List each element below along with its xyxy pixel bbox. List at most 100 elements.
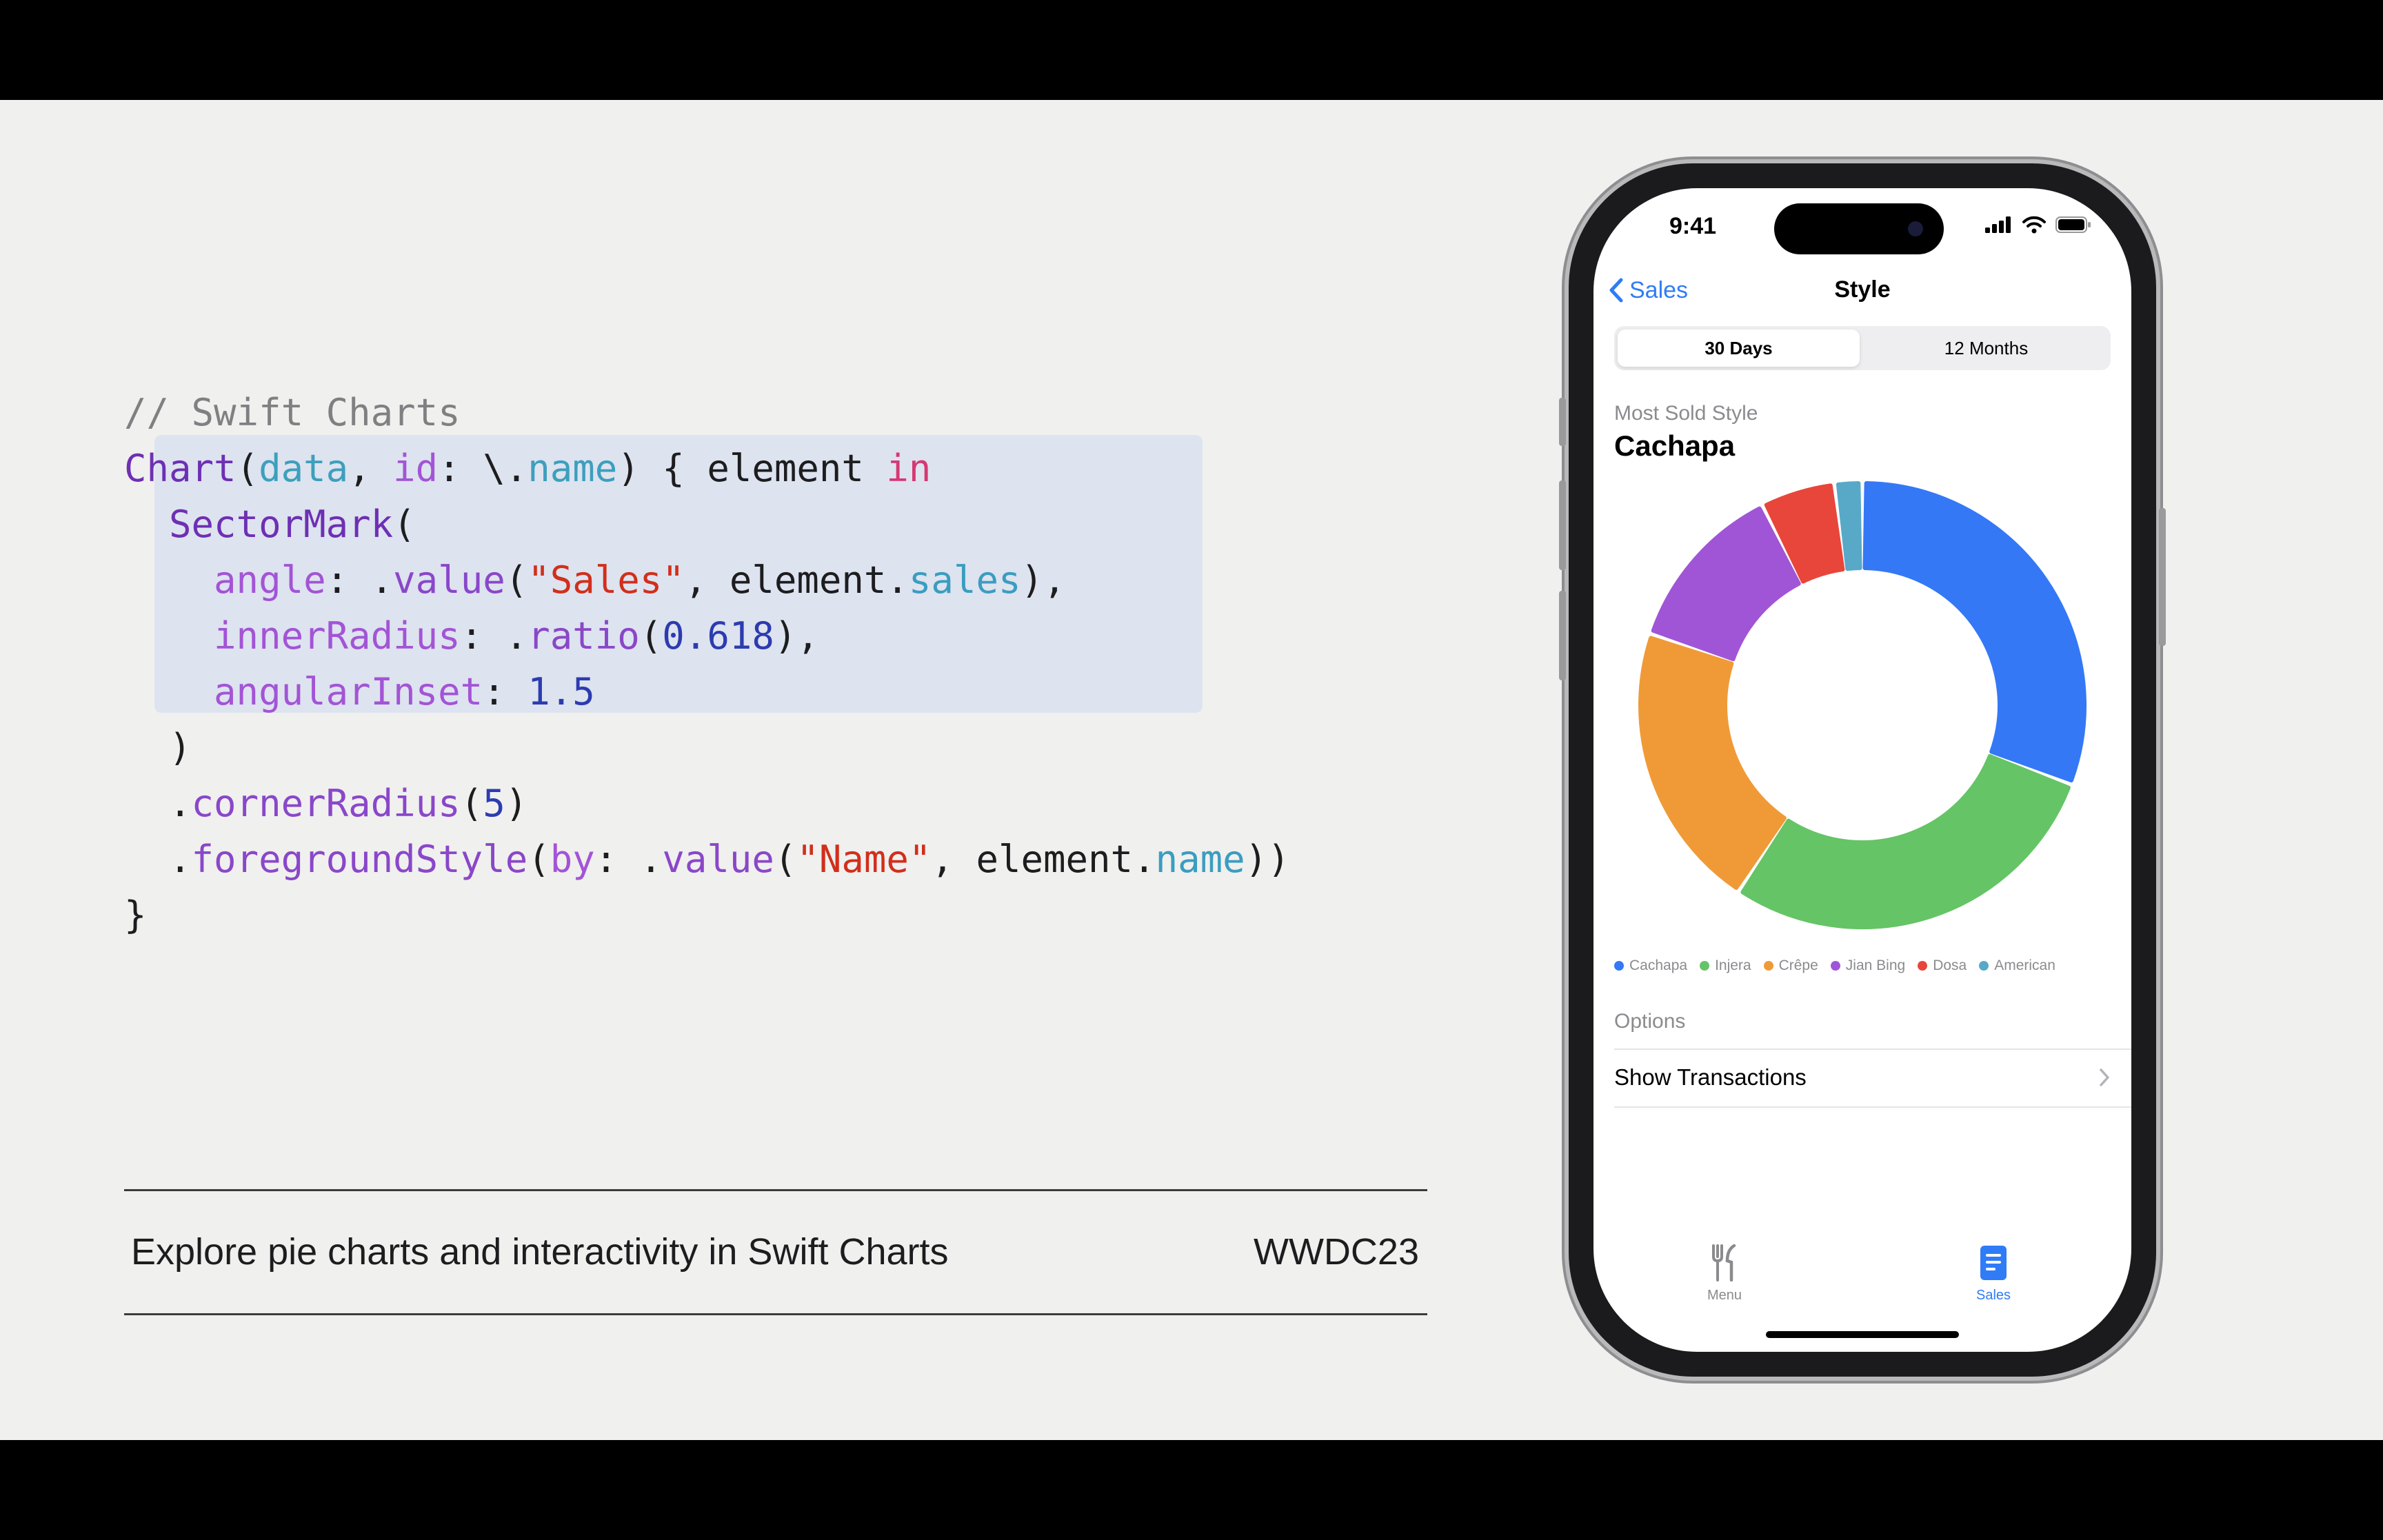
legend-label: Cachapa bbox=[1629, 958, 1688, 973]
most-sold-label: Most Sold Style bbox=[1614, 402, 1758, 425]
legend-label: American bbox=[1994, 958, 2055, 973]
tab-bar: Menu Sales bbox=[1593, 1244, 2131, 1320]
code-token: ), bbox=[1020, 558, 1066, 602]
code-line: } bbox=[124, 887, 1365, 943]
code-line: .cornerRadius(5) bbox=[124, 776, 1365, 831]
code-token: in bbox=[886, 447, 932, 490]
back-button[interactable]: Sales bbox=[1607, 276, 1688, 304]
tab-sales[interactable]: Sales bbox=[1931, 1244, 2055, 1304]
code-line: angularInset: 1.5 bbox=[124, 664, 1365, 720]
back-label: Sales bbox=[1629, 276, 1689, 303]
code-token: "Sales" bbox=[527, 558, 685, 602]
code-token: SectorMark bbox=[169, 503, 394, 546]
legend-item: Crêpe bbox=[1763, 958, 1818, 974]
most-sold-value: Cachapa bbox=[1614, 429, 1736, 462]
tab-menu-label: Menu bbox=[1707, 1288, 1742, 1303]
volume-up-button bbox=[1559, 480, 1566, 570]
show-transactions-row[interactable]: Show Transactions bbox=[1614, 1050, 2111, 1105]
sector-cr-pe[interactable] bbox=[1638, 636, 1787, 890]
code-token: Chart bbox=[124, 447, 237, 490]
side-button bbox=[2159, 508, 2166, 646]
segment-12-months[interactable]: 12 Months bbox=[1865, 330, 2107, 367]
code-token: : . bbox=[460, 614, 528, 658]
code-token: )) bbox=[1245, 838, 1290, 881]
code-token: cornerRadius bbox=[191, 782, 461, 825]
code-line: angle: .value("Sales", element.sales), bbox=[124, 552, 1365, 608]
period-segmented-control: 30 Days 12 Months bbox=[1614, 326, 2111, 370]
code-token: ( bbox=[393, 503, 416, 546]
legend-item: Jian Bing bbox=[1830, 958, 1906, 974]
code-token: : bbox=[483, 670, 528, 713]
code-token: "Name" bbox=[796, 838, 932, 881]
document-icon bbox=[1980, 1246, 2007, 1280]
cellular-signal-icon bbox=[1985, 216, 2011, 233]
code-token: 1.5 bbox=[527, 670, 595, 713]
legend-dot bbox=[1614, 961, 1624, 971]
code-token: name bbox=[527, 447, 618, 490]
row-divider-bottom bbox=[1614, 1106, 2131, 1108]
code-token: ), bbox=[774, 614, 819, 658]
session-title: Explore pie charts and interactivity in … bbox=[131, 1231, 949, 1273]
chevron-right-icon bbox=[2100, 1068, 2109, 1086]
action-button bbox=[1559, 398, 1566, 446]
code-token: value bbox=[662, 838, 774, 881]
event-name: WWDC23 bbox=[1254, 1231, 1419, 1273]
code-block: // Swift Charts Chart(data, id: \.name) {… bbox=[124, 217, 1365, 1055]
code-token: value bbox=[393, 558, 505, 602]
segment-30-days[interactable]: 30 Days bbox=[1618, 330, 1860, 367]
legend-item: Dosa bbox=[1918, 958, 1967, 974]
fork-knife-icon bbox=[1712, 1244, 1736, 1282]
code-line: SectorMark( bbox=[124, 496, 1365, 552]
code-line: // Swift Charts bbox=[124, 385, 1365, 440]
dynamic-island bbox=[1774, 203, 1944, 254]
code-token: ( bbox=[460, 782, 483, 825]
code-token: ( bbox=[527, 838, 550, 881]
legend-label: Injera bbox=[1715, 958, 1751, 973]
code-token: by bbox=[550, 838, 595, 881]
code-token: 0.618 bbox=[662, 614, 774, 658]
tab-menu[interactable]: Menu bbox=[1662, 1244, 1787, 1304]
code-token: : . bbox=[594, 838, 663, 881]
code-token: data bbox=[259, 447, 349, 490]
code-token: , element. bbox=[684, 558, 909, 602]
code-token: ) bbox=[505, 782, 528, 825]
code-token: ) { element bbox=[617, 447, 887, 490]
chart-legend: Cachapa Injera Crêpe Jian Bing Dosa American bbox=[1614, 958, 2055, 974]
code-token: foregroundStyle bbox=[191, 838, 528, 881]
code-lines: // Swift Charts Chart(data, id: \.name) {… bbox=[124, 385, 1365, 943]
code-token: ( bbox=[774, 838, 797, 881]
donut-chart[interactable] bbox=[1628, 471, 2097, 940]
legend-item: Cachapa bbox=[1614, 958, 1687, 974]
iphone-frame: 9:41 Style Sales 30 Days 12 Months Most … bbox=[1559, 163, 2166, 1377]
code-token: name bbox=[1155, 838, 1245, 881]
phone-screen: 9:41 Style Sales 30 Days 12 Months Most … bbox=[1593, 188, 2131, 1352]
legend-label: Dosa bbox=[1933, 958, 1967, 973]
legend-label: Jian Bing bbox=[1845, 958, 1906, 973]
code-line: innerRadius: .ratio(0.618), bbox=[124, 608, 1365, 664]
wifi-icon bbox=[2022, 216, 2046, 234]
code-token: } bbox=[124, 893, 147, 937]
legend-dot bbox=[1763, 961, 1773, 971]
legend-dot bbox=[1979, 961, 1989, 971]
code-line: ) bbox=[124, 720, 1365, 776]
code-token: , bbox=[348, 447, 394, 490]
code-token: : . bbox=[325, 558, 394, 602]
legend-item: Injera bbox=[1700, 958, 1751, 974]
code-token: sales bbox=[908, 558, 1021, 602]
battery-icon bbox=[2055, 216, 2091, 233]
status-icons bbox=[1985, 216, 2091, 234]
tab-sales-label: Sales bbox=[1975, 1288, 2011, 1303]
show-transactions-label: Show Transactions bbox=[1614, 1064, 1807, 1090]
slide: // Swift Charts Chart(data, id: \.name) {… bbox=[0, 100, 2383, 1440]
code-token: . bbox=[124, 838, 192, 881]
home-indicator bbox=[1766, 1331, 1959, 1338]
footer-divider-top bbox=[124, 1189, 1427, 1191]
sector-injera[interactable] bbox=[1740, 753, 2071, 929]
code-token: ratio bbox=[527, 614, 640, 658]
code-token: ( bbox=[236, 447, 259, 490]
code-line: .foregroundStyle(by: .value("Name", elem… bbox=[124, 831, 1365, 887]
legend-item: American bbox=[1979, 958, 2055, 974]
sector-cachapa[interactable] bbox=[1862, 481, 2087, 783]
